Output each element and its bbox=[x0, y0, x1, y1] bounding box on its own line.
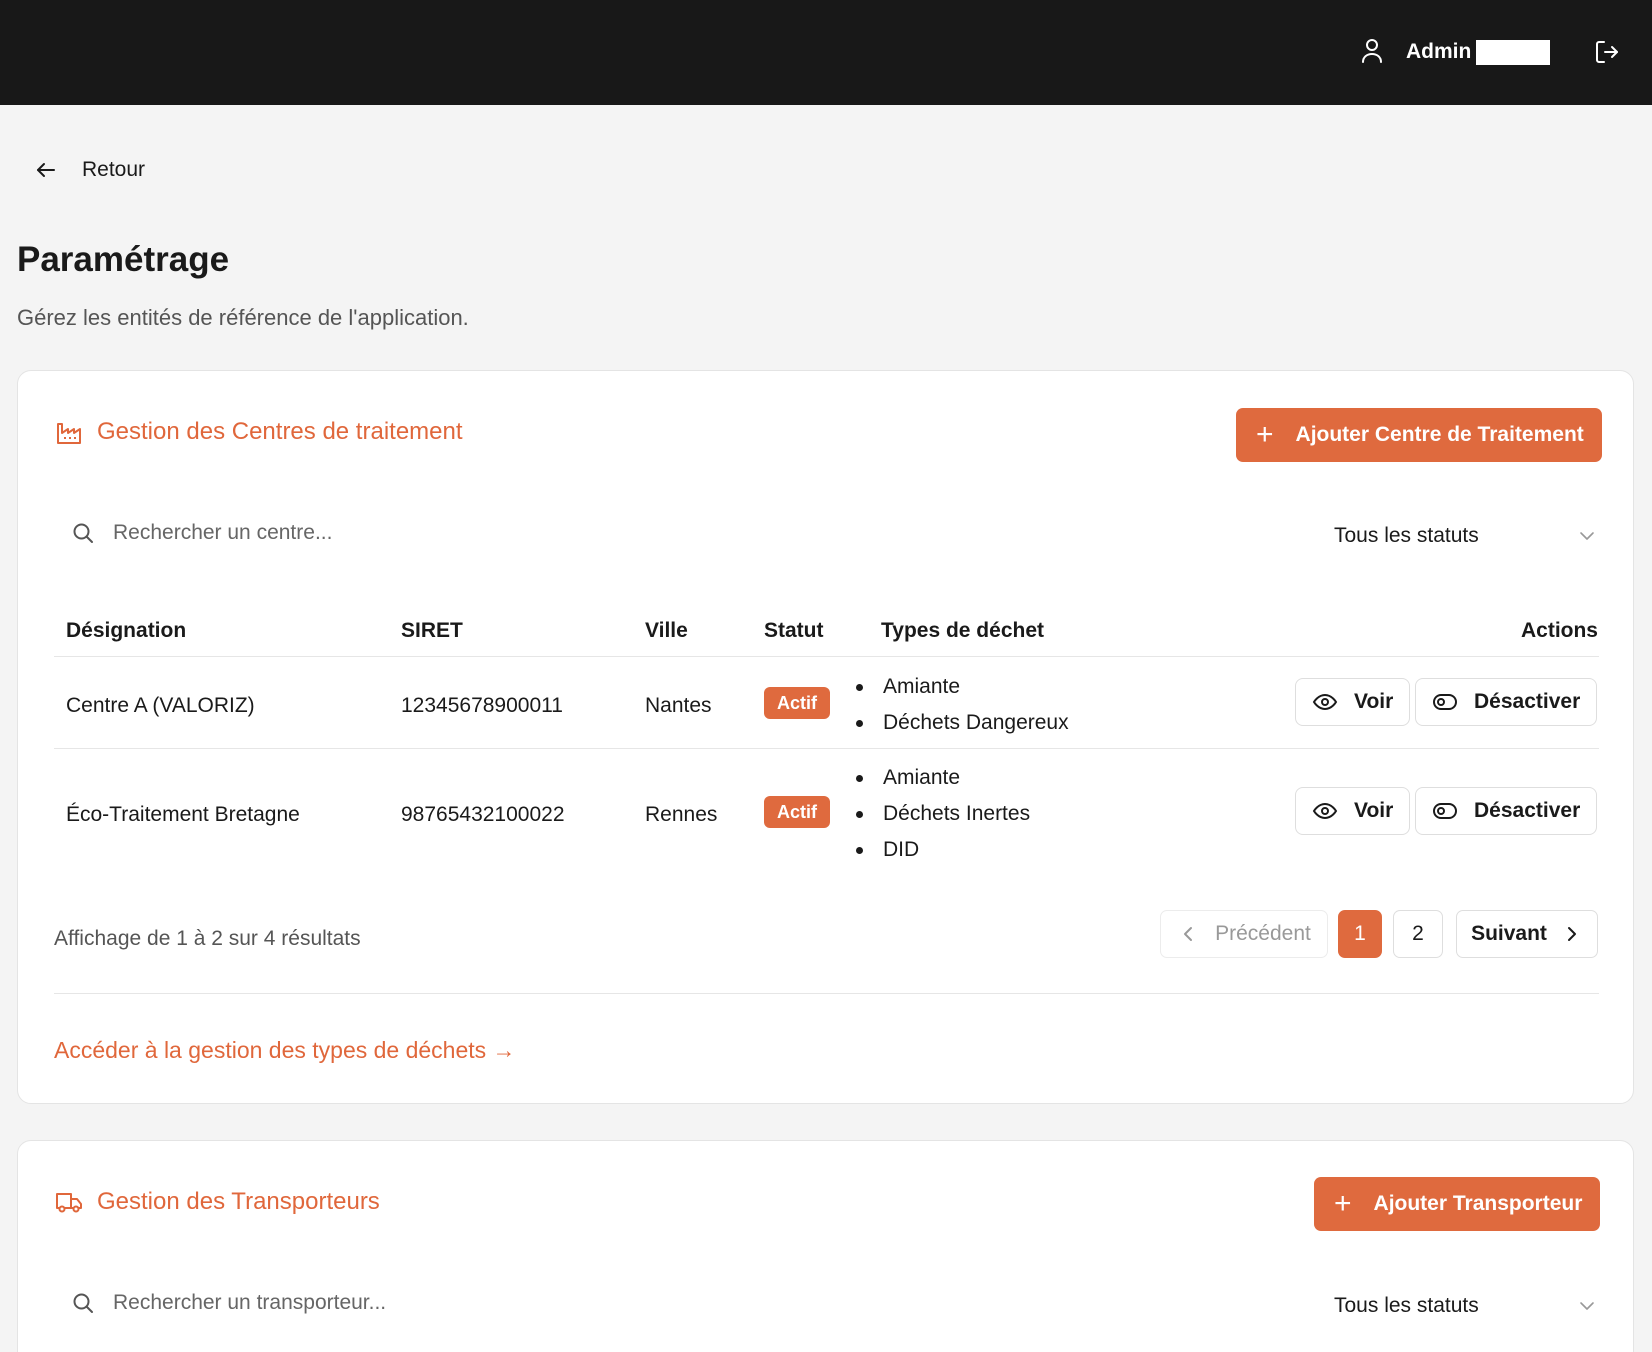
add-centre-button[interactable]: + Ajouter Centre de Traitement bbox=[1236, 408, 1602, 462]
table-divider bbox=[54, 656, 1599, 657]
view-label: Voir bbox=[1354, 690, 1394, 713]
chevron-down-icon bbox=[1580, 532, 1594, 540]
pagination-page-2[interactable]: 2 bbox=[1393, 910, 1443, 958]
transporteur-search bbox=[71, 1291, 713, 1315]
row-ville: Rennes bbox=[645, 803, 718, 826]
transporteurs-card: Gestion des Transporteurs + Ajouter Tran… bbox=[17, 1140, 1634, 1352]
user-icon[interactable] bbox=[1360, 38, 1384, 64]
toggle-off-icon bbox=[1433, 803, 1457, 819]
eye-icon bbox=[1312, 802, 1338, 820]
chevron-left-icon bbox=[1184, 927, 1193, 941]
plus-icon: + bbox=[1334, 1187, 1352, 1220]
pagination-next-label: Suivant bbox=[1471, 922, 1547, 945]
deactivate-label: Désactiver bbox=[1474, 690, 1581, 713]
transporteur-search-input[interactable] bbox=[113, 1291, 713, 1315]
factory-icon bbox=[57, 423, 81, 444]
row-ville: Nantes bbox=[645, 694, 712, 717]
waste-type-item: Déchets Inertes bbox=[853, 796, 1030, 832]
view-label: Voir bbox=[1354, 799, 1394, 822]
add-transporteur-label: Ajouter Transporteur bbox=[1373, 1192, 1583, 1215]
back-label: Retour bbox=[82, 158, 146, 181]
col-types[interactable]: Types de déchet bbox=[881, 617, 1044, 645]
row-divider bbox=[54, 748, 1599, 749]
pagination-page-1[interactable]: 1 bbox=[1338, 910, 1382, 958]
col-designation[interactable]: Désignation bbox=[66, 617, 186, 645]
plus-icon: + bbox=[1256, 418, 1274, 451]
truck-icon bbox=[56, 1193, 82, 1213]
col-ville[interactable]: Ville bbox=[645, 617, 688, 645]
section-divider bbox=[54, 993, 1599, 994]
chevron-down-icon bbox=[1580, 1302, 1594, 1310]
transporteur-status-value: Tous les statuts bbox=[1334, 1294, 1479, 1317]
deactivate-button[interactable]: Désactiver bbox=[1415, 678, 1598, 726]
waste-types-list: Amiante Déchets Dangereux bbox=[853, 669, 1069, 741]
toggle-off-icon bbox=[1433, 694, 1457, 710]
add-transporteur-button[interactable]: + Ajouter Transporteur bbox=[1314, 1177, 1601, 1231]
transporteurs-card-header: Gestion des Transporteurs bbox=[55, 1188, 380, 1216]
search-icon bbox=[73, 1293, 93, 1313]
view-button[interactable]: Voir bbox=[1295, 678, 1411, 726]
arrow-left-icon bbox=[37, 163, 55, 177]
centres-card-header: Gestion des Centres de traitement bbox=[55, 418, 463, 446]
waste-type-item: DID bbox=[853, 832, 1030, 868]
pagination-previous-label: Précédent bbox=[1215, 922, 1311, 945]
pagination-previous[interactable]: Précédent bbox=[1160, 910, 1328, 958]
results-summary: Affichage de 1 à 2 sur 4 résultats bbox=[54, 927, 361, 950]
deactivate-label: Désactiver bbox=[1474, 799, 1581, 822]
deactivate-button[interactable]: Désactiver bbox=[1415, 787, 1598, 835]
waste-type-item: Amiante bbox=[853, 760, 1030, 796]
pagination-next[interactable]: Suivant bbox=[1456, 910, 1598, 958]
waste-type-item: Déchets Dangereux bbox=[853, 705, 1069, 741]
top-bar: Admin bbox=[0, 0, 1652, 105]
waste-types-link[interactable]: Accéder à la gestion des types de déchet… bbox=[54, 1037, 516, 1064]
transporteurs-title: Gestion des Transporteurs bbox=[97, 1188, 380, 1215]
row-designation: Centre A (VALORIZ) bbox=[66, 694, 255, 717]
back-link[interactable]: Retour bbox=[34, 155, 145, 185]
centre-status-select[interactable]: Tous les statuts bbox=[1317, 516, 1597, 556]
logout-icon[interactable] bbox=[1594, 39, 1620, 65]
view-button[interactable]: Voir bbox=[1295, 787, 1411, 835]
centres-card: Gestion des Centres de traitement + Ajou… bbox=[17, 370, 1634, 1104]
waste-type-item: Amiante bbox=[853, 669, 1069, 705]
col-statut[interactable]: Statut bbox=[764, 617, 824, 645]
centre-search bbox=[71, 521, 713, 545]
page-subtitle: Gérez les entités de référence de l'appl… bbox=[17, 305, 469, 330]
col-siret[interactable]: SIRET bbox=[401, 617, 463, 645]
transporteur-status-select[interactable]: Tous les statuts bbox=[1317, 1286, 1597, 1326]
status-badge: Actif bbox=[764, 687, 830, 719]
centre-status-value: Tous les statuts bbox=[1334, 524, 1479, 547]
centres-title: Gestion des Centres de traitement bbox=[97, 418, 463, 445]
page-title: Paramétrage bbox=[17, 240, 230, 279]
search-icon bbox=[73, 523, 93, 543]
add-centre-label: Ajouter Centre de Traitement bbox=[1295, 423, 1584, 446]
user-name[interactable]: Admin bbox=[1406, 38, 1471, 66]
waste-types-list: Amiante Déchets Inertes DID bbox=[853, 760, 1030, 868]
eye-icon bbox=[1312, 693, 1338, 711]
row-siret: 12345678900011 bbox=[401, 694, 563, 717]
centre-search-input[interactable] bbox=[113, 521, 713, 545]
row-designation: Éco-Traitement Bretagne bbox=[66, 803, 300, 826]
chevron-right-icon bbox=[1567, 927, 1576, 941]
row-siret: 98765432100022 bbox=[401, 803, 565, 826]
status-badge: Actif bbox=[764, 796, 830, 828]
redacted-block bbox=[1476, 40, 1550, 65]
col-actions: Actions bbox=[1520, 619, 1598, 642]
